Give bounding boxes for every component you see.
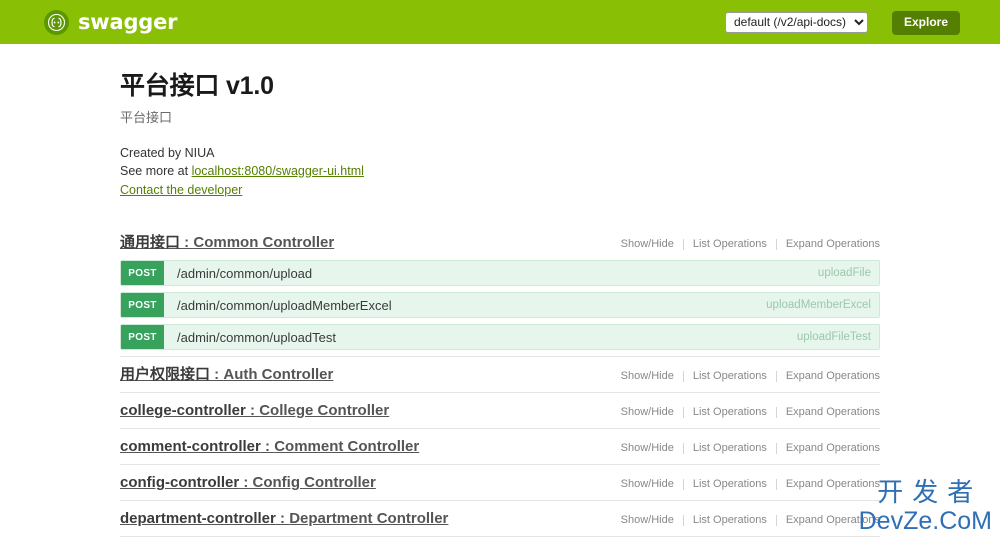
resource-title-link[interactable]: comment-controller : Comment Controller	[120, 438, 419, 456]
resource-options: Show/Hide List Operations Expand Operation…	[612, 514, 880, 526]
list-operations-link[interactable]: List Operations	[684, 238, 776, 250]
topbar: swagger default (/v2/api-docs) Explore	[0, 0, 1000, 44]
operation-summary: uploadMemberExcel	[766, 299, 871, 312]
operation-path[interactable]: /admin/common/uploadMemberExcel	[164, 293, 766, 317]
see-more-link[interactable]: localhost:8080/swagger-ui.html	[192, 164, 364, 178]
resource-options: Show/Hide List Operations Expand Operation…	[612, 442, 880, 454]
resource-name: 用户权限接口	[120, 366, 211, 384]
resource-separator: :	[275, 510, 290, 528]
resource-name: 通用接口	[120, 234, 181, 252]
resource-description: Comment Controller	[274, 438, 420, 456]
resource-separator: :	[239, 474, 253, 492]
resource-name: college-controller	[120, 402, 246, 420]
expand-operations-link[interactable]: Expand Operations	[777, 478, 880, 490]
swagger-ui-page: swagger default (/v2/api-docs) Explore 平…	[0, 0, 1000, 540]
created-by-text: Created by NIUA	[120, 145, 215, 160]
expand-operations-link[interactable]: Expand Operations	[777, 514, 880, 526]
resource-header[interactable]: 用户权限接口 : Auth Controller Show/Hide List Op…	[120, 357, 880, 392]
resource-separator: :	[210, 366, 224, 384]
expand-operations-link[interactable]: Expand Operations	[777, 406, 880, 418]
expand-operations-link[interactable]: Expand Operations	[777, 370, 880, 382]
show-hide-link[interactable]: Show/Hide	[612, 238, 683, 250]
list-operations-link[interactable]: List Operations	[684, 442, 776, 454]
resource-options: Show/Hide List Operations Expand Operation…	[612, 406, 880, 418]
page-title: 平台接口 v1.0	[120, 72, 274, 100]
resource-group: 通用接口 : Common Controller Show/Hide List Op…	[120, 225, 880, 351]
operation-row[interactable]: POST/admin/common/uploadMemberExcel uploa…	[120, 292, 880, 319]
operation-row[interactable]: POST/admin/common/uploadTest uploadFileTe…	[120, 324, 880, 351]
contact-developer-link[interactable]: Contact the developer	[120, 181, 242, 199]
list-operations-link[interactable]: List Operations	[684, 370, 776, 382]
resource-header[interactable]: 通用接口 : Common Controller Show/Hide List Op…	[120, 225, 880, 260]
show-hide-link[interactable]: Show/Hide	[612, 442, 683, 454]
resource-group: department-controller : Department Contr…	[120, 500, 880, 536]
resource-header[interactable]: department-controller : Department Contr…	[120, 501, 880, 536]
main-content: 平台接口 v1.0 平台接口 Created by NIUA See more …	[120, 44, 880, 540]
resource-title-link[interactable]: college-controller : College Controller	[120, 402, 389, 420]
resource-separator: :	[180, 234, 194, 252]
resource-list: 通用接口 : Common Controller Show/Hide List Op…	[120, 225, 880, 540]
operation-summary: uploadFile	[817, 267, 871, 280]
resource-name: department-controller	[120, 510, 276, 528]
resource-name: comment-controller	[120, 438, 261, 456]
operation-method-badge[interactable]: POST	[121, 325, 164, 350]
resource-title-link[interactable]: department-controller : Department Contr…	[120, 510, 448, 528]
list-operations-link[interactable]: List Operations	[684, 514, 776, 526]
resource-description: Config Controller	[252, 474, 376, 492]
swagger-brand-name: swagger	[78, 9, 178, 34]
resource-header[interactable]: config-controller : Config Controller Sho…	[120, 465, 880, 500]
resource-title-link[interactable]: config-controller : Config Controller	[120, 474, 376, 492]
operation-path[interactable]: /admin/common/uploadTest	[164, 325, 797, 349]
resource-group: 用户权限接口 : Auth Controller Show/Hide List Op…	[120, 356, 880, 392]
resource-description: Common Controller	[193, 234, 335, 252]
resource-header[interactable]: college-controller : College Controller S…	[120, 393, 880, 428]
resource-header[interactable]: comment-controller : Comment Controller S…	[120, 429, 880, 464]
list-operations-link[interactable]: List Operations	[684, 478, 776, 490]
swagger-brand-link[interactable]: swagger	[44, 9, 178, 35]
resource-options: Show/Hide List Operations Expand Operation…	[612, 478, 880, 490]
resource-title-link[interactable]: 通用接口 : Common Controller	[120, 234, 334, 252]
operation-method-badge[interactable]: POST	[121, 293, 164, 318]
see-more-line: See more at localhost:8080/swagger-ui.ht…	[120, 162, 880, 180]
api-docs-select[interactable]: default (/v2/api-docs)	[725, 11, 868, 33]
show-hide-link[interactable]: Show/Hide	[612, 406, 683, 418]
operation-method-badge[interactable]: POST	[121, 261, 164, 286]
resource-group: college-controller : College Controller S…	[120, 392, 880, 428]
show-hide-link[interactable]: Show/Hide	[612, 478, 683, 490]
operation-summary: uploadFileTest	[796, 331, 871, 344]
resource-separator: :	[245, 402, 260, 420]
expand-operations-link[interactable]: Expand Operations	[777, 442, 880, 454]
resource-group: generator-controller : Generator Control…	[120, 536, 880, 540]
show-hide-link[interactable]: Show/Hide	[612, 370, 683, 382]
resource-description: College Controller	[259, 402, 390, 420]
resource-group: comment-controller : Comment Controller S…	[120, 428, 880, 464]
resource-description: Auth Controller	[223, 366, 334, 384]
resource-name: config-controller	[120, 474, 240, 492]
expand-operations-link[interactable]: Expand Operations	[777, 238, 880, 250]
resource-description: Department Controller	[289, 510, 449, 528]
resource-group: config-controller : Config Controller Sho…	[120, 464, 880, 500]
resource-options: Show/Hide List Operations Expand Operation…	[612, 238, 880, 250]
page-description: 平台接口	[120, 109, 173, 125]
operation-path[interactable]: /admin/common/upload	[164, 261, 818, 285]
resource-separator: :	[260, 438, 275, 456]
list-operations-link[interactable]: List Operations	[684, 406, 776, 418]
topbar-actions: default (/v2/api-docs) Explore	[725, 0, 960, 44]
swagger-braces-icon	[44, 9, 69, 35]
operation-list: POST/admin/common/upload uploadFile POST/a…	[120, 260, 880, 351]
resource-options: Show/Hide List Operations Expand Operation…	[612, 370, 880, 382]
see-more-prefix: See more at	[120, 163, 192, 178]
operation-row[interactable]: POST/admin/common/upload uploadFile	[120, 260, 880, 287]
info-meta: Created by NIUA See more at localhost:80…	[120, 144, 880, 199]
resource-title-link[interactable]: 用户权限接口 : Auth Controller	[120, 366, 333, 384]
topbar-inner: swagger default (/v2/api-docs) Explore	[40, 0, 960, 44]
show-hide-link[interactable]: Show/Hide	[612, 514, 683, 526]
explore-button[interactable]: Explore	[891, 11, 960, 36]
